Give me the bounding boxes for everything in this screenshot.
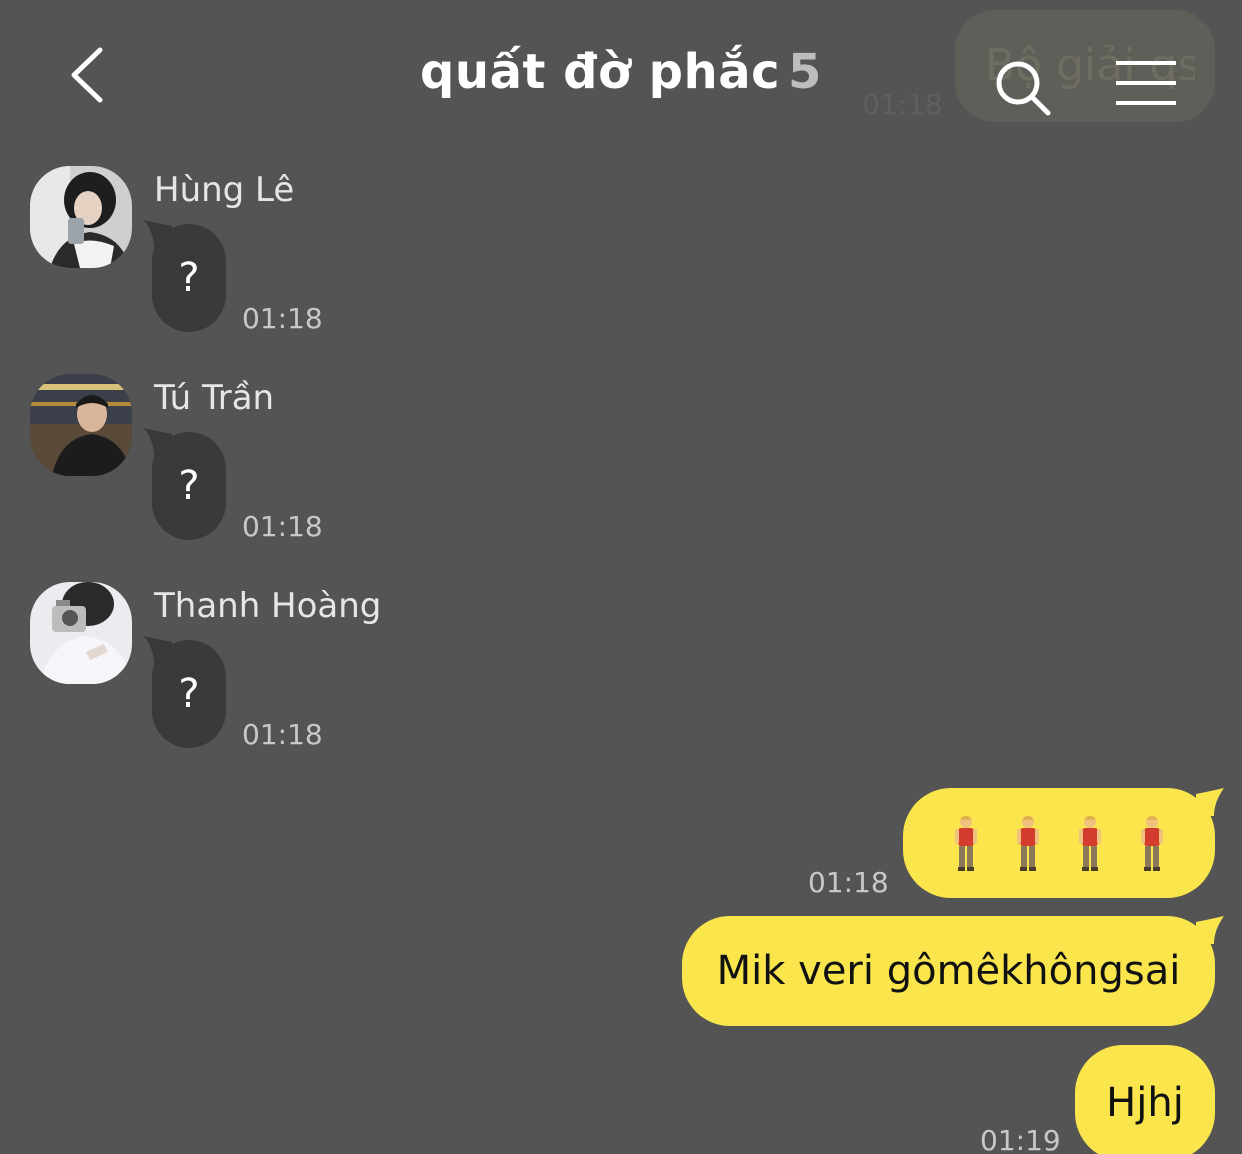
message-bubble[interactable]: ?	[152, 432, 226, 540]
message-bubble[interactable]: ?	[152, 640, 226, 748]
chat-header: Bộ giải qs 01:18 quất đờ phắc 5	[0, 0, 1242, 150]
sender-name: Thanh Hoàng	[154, 586, 382, 626]
outgoing-message-bubble[interactable]: Hjhj	[1075, 1045, 1215, 1154]
avatar-photo	[30, 166, 132, 268]
sender-name: Tú Trần	[154, 378, 275, 418]
menu-button[interactable]	[1112, 57, 1180, 109]
outgoing-message-bubble[interactable]: Mik veri gômêkhôngsai	[682, 916, 1215, 1026]
avatar-photo	[30, 582, 132, 684]
standing-man-emoji-icon	[1017, 816, 1039, 871]
avatar[interactable]	[30, 166, 132, 268]
standing-man-emoji-icon	[955, 816, 977, 871]
avatar[interactable]	[30, 374, 132, 476]
bubble-tail	[1196, 788, 1224, 816]
incoming-message: Tú Trần ? 01:18	[0, 374, 700, 564]
search-button[interactable]	[990, 55, 1054, 119]
message-time: 01:18	[242, 510, 323, 543]
incoming-message: Thanh Hoàng ? 01:18	[0, 582, 700, 772]
avatar[interactable]	[30, 582, 132, 684]
outgoing-emoji-bubble[interactable]	[903, 788, 1215, 898]
message-time: 01:18	[808, 866, 889, 899]
message-time: 01:18	[242, 718, 323, 751]
message-time: 01:18	[242, 302, 323, 335]
member-count: 5	[788, 44, 822, 100]
chat-title: quất đờ phắc 5	[0, 44, 1242, 100]
incoming-message: Hùng Lê ? 01:18	[0, 166, 700, 356]
hamburger-menu-icon	[1116, 61, 1176, 105]
standing-man-emoji-icon	[1079, 816, 1101, 871]
standing-person-emojis	[954, 815, 1164, 871]
chat-name: quất đờ phắc	[420, 44, 781, 100]
message-time: 01:19	[980, 1124, 1061, 1154]
search-icon	[996, 61, 1051, 116]
bubble-tail	[1196, 916, 1224, 944]
sender-name: Hùng Lê	[154, 170, 295, 210]
message-bubble[interactable]: ?	[152, 224, 226, 332]
avatar-photo	[30, 374, 132, 476]
chat-screen: Bộ giải qs 01:18 quất đờ phắc 5 Hùng Lê …	[0, 0, 1242, 1154]
standing-man-emoji-icon	[1141, 816, 1163, 871]
